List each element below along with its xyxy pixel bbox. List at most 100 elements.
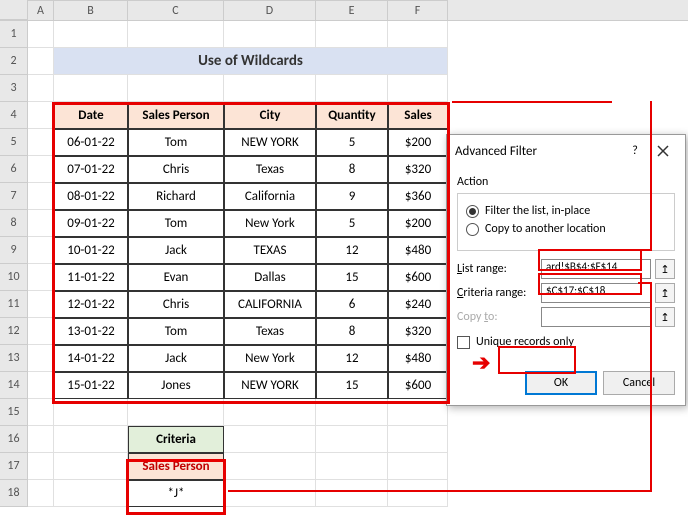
row-header-12[interactable]: 12 [0, 318, 28, 345]
dialog-help-button[interactable]: ? [621, 141, 649, 161]
row-header-14[interactable]: 14 [0, 372, 28, 399]
cell-D3[interactable] [224, 75, 316, 102]
cell-C11[interactable]: Chris [128, 291, 224, 318]
cell-C3[interactable] [128, 75, 224, 102]
cell-D16[interactable] [224, 426, 316, 453]
cell-B11[interactable]: 12-01-22 [54, 291, 128, 318]
cell-B12[interactable]: 13-01-22 [54, 318, 128, 345]
cell-B1[interactable] [54, 21, 128, 48]
dialog-close-button[interactable] [649, 141, 677, 161]
cell-F7[interactable]: $360 [388, 183, 448, 210]
cell-E10[interactable]: 15 [316, 264, 388, 291]
cell-C17[interactable]: Sales Person [128, 453, 224, 480]
cell-B3[interactable] [54, 75, 128, 102]
cell-B15[interactable] [54, 399, 128, 426]
row-header-2[interactable]: 2 [0, 48, 28, 75]
cell-D10[interactable]: Dallas [224, 264, 316, 291]
col-header-B[interactable]: B [54, 0, 128, 20]
cell-D1[interactable] [224, 21, 316, 48]
ok-button[interactable]: OK [525, 371, 597, 395]
cell-F8[interactable]: $200 [388, 210, 448, 237]
cell-F3[interactable] [388, 75, 448, 102]
row-header-15[interactable]: 15 [0, 399, 28, 426]
cell-A1[interactable] [28, 21, 54, 48]
cell-A9[interactable] [28, 237, 54, 264]
cell-E17[interactable] [316, 453, 388, 480]
cell-D13[interactable]: New York [224, 345, 316, 372]
row-header-1[interactable]: 1 [0, 21, 28, 48]
col-header-C[interactable]: C [128, 0, 224, 20]
cell-E18[interactable] [316, 480, 388, 507]
cell-D9[interactable]: TEXAS [224, 237, 316, 264]
cell-C4[interactable]: Sales Person [128, 102, 224, 129]
select-all-corner[interactable] [0, 0, 28, 20]
row-header-17[interactable]: 17 [0, 453, 28, 480]
cell-D4[interactable]: City [224, 102, 316, 129]
cell-E3[interactable] [316, 75, 388, 102]
cell-D12[interactable]: Texas [224, 318, 316, 345]
cell-B6[interactable]: 07-01-22 [54, 156, 128, 183]
row-header-10[interactable]: 10 [0, 264, 28, 291]
cell-A13[interactable] [28, 345, 54, 372]
cell-C12[interactable]: Tom [128, 318, 224, 345]
cell-E5[interactable]: 5 [316, 129, 388, 156]
cell-A14[interactable] [28, 372, 54, 399]
cell-A12[interactable] [28, 318, 54, 345]
cell-F12[interactable]: $320 [388, 318, 448, 345]
cell-A10[interactable] [28, 264, 54, 291]
cell-F16[interactable] [388, 426, 448, 453]
cell-E6[interactable]: 8 [316, 156, 388, 183]
cell-C15[interactable] [128, 399, 224, 426]
cell-B10[interactable]: 11-01-22 [54, 264, 128, 291]
cell-C18[interactable]: *J* [128, 480, 224, 507]
cell-A6[interactable] [28, 156, 54, 183]
col-header-A[interactable]: A [28, 0, 54, 20]
cell-A15[interactable] [28, 399, 54, 426]
radio-filter-in-place[interactable]: Filter the list, in-place [466, 204, 666, 218]
cell-A11[interactable] [28, 291, 54, 318]
cell-F6[interactable]: $320 [388, 156, 448, 183]
cell-A4[interactable] [28, 102, 54, 129]
cell-A7[interactable] [28, 183, 54, 210]
cell-A18[interactable] [28, 480, 54, 507]
row-header-11[interactable]: 11 [0, 291, 28, 318]
cell-E7[interactable]: 9 [316, 183, 388, 210]
row-header-4[interactable]: 4 [0, 102, 28, 129]
cell-C8[interactable]: Tom [128, 210, 224, 237]
cell-A2[interactable] [28, 48, 54, 75]
row-header-5[interactable]: 5 [0, 129, 28, 156]
cell-C10[interactable]: Evan [128, 264, 224, 291]
col-header-D[interactable]: D [224, 0, 316, 20]
cell-B14[interactable]: 15-01-22 [54, 372, 128, 399]
row-header-16[interactable]: 16 [0, 426, 28, 453]
cell-F10[interactable]: $600 [388, 264, 448, 291]
cell-B8[interactable]: 09-01-22 [54, 210, 128, 237]
cell-E4[interactable]: Quantity [316, 102, 388, 129]
cell-E11[interactable]: 6 [316, 291, 388, 318]
cell-F14[interactable]: $600 [388, 372, 448, 399]
radio-copy-location[interactable]: Copy to another location [466, 222, 666, 236]
cell-E9[interactable]: 12 [316, 237, 388, 264]
cell-F5[interactable]: $200 [388, 129, 448, 156]
cell-C16[interactable]: Criteria [128, 426, 224, 453]
cell-E13[interactable]: 12 [316, 345, 388, 372]
cell-B13[interactable]: 14-01-22 [54, 345, 128, 372]
cell-E1[interactable] [316, 21, 388, 48]
cell-C5[interactable]: Tom [128, 129, 224, 156]
col-header-F[interactable]: F [388, 0, 448, 20]
cell-E15[interactable] [316, 399, 388, 426]
row-header-8[interactable]: 8 [0, 210, 28, 237]
cell-E16[interactable] [316, 426, 388, 453]
cancel-button[interactable]: Cancel [603, 371, 675, 395]
cell-F17[interactable] [388, 453, 448, 480]
row-header-9[interactable]: 9 [0, 237, 28, 264]
cell-A8[interactable] [28, 210, 54, 237]
cell-D5[interactable]: NEW YORK [224, 129, 316, 156]
collapse-range-button[interactable]: ↥ [655, 283, 675, 303]
cell-E8[interactable]: 5 [316, 210, 388, 237]
cell-A17[interactable] [28, 453, 54, 480]
row-header-6[interactable]: 6 [0, 156, 28, 183]
cell-A3[interactable] [28, 75, 54, 102]
cell-F18[interactable] [388, 480, 448, 507]
cell-C7[interactable]: Richard [128, 183, 224, 210]
